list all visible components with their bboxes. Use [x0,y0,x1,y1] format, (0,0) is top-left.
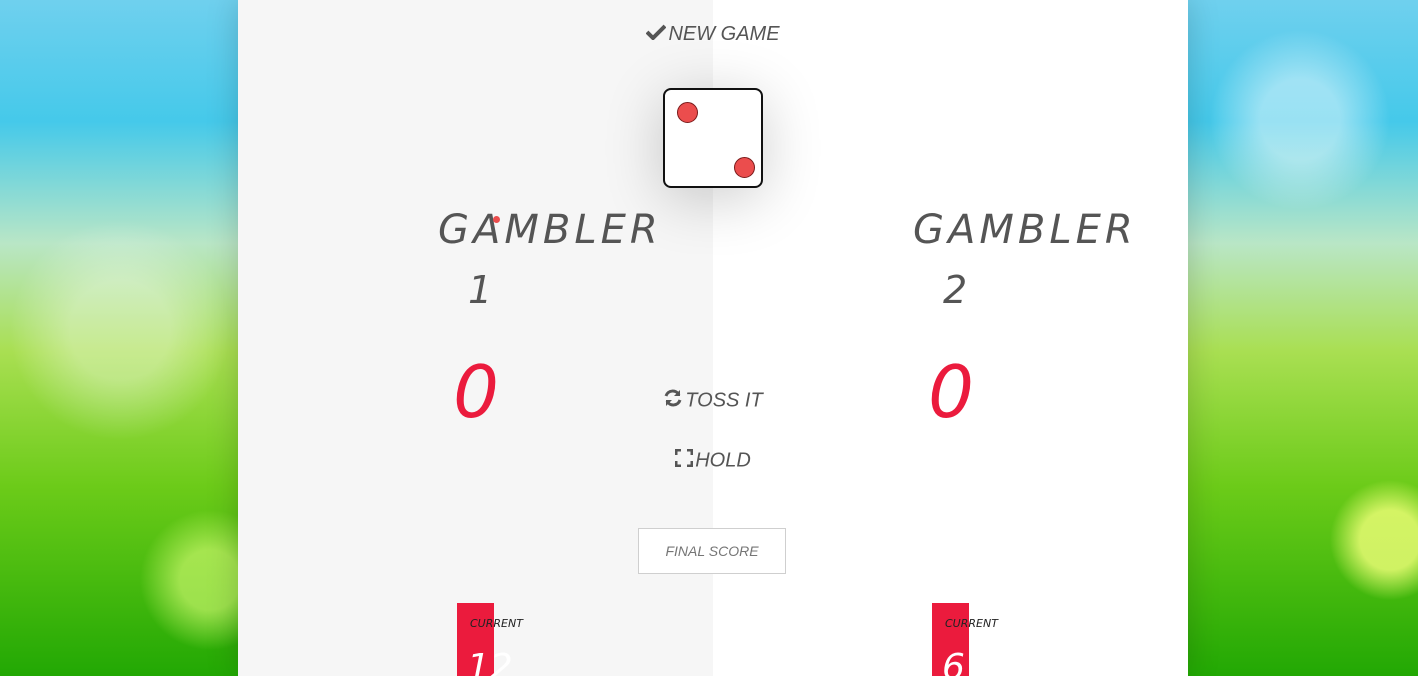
player-1-number: 1 [468,268,497,312]
player-2-current-label: CURRENT [945,617,998,630]
final-score-input[interactable] [638,528,786,574]
player-2-current-score: 6 [942,647,965,676]
player-2-name: GAMBLER 2 [913,200,1173,320]
player-2-score: 0 [928,350,974,434]
active-player-dot [493,216,500,223]
dice [663,88,763,188]
player-1-current-box: CURRENT 12 [457,603,523,676]
hold-button[interactable]: HOLD [578,448,848,474]
player-2-panel: GAMBLER 2 0 CURRENT 6 [713,0,1188,676]
player-1-name: GAMBLER 1 [438,200,698,320]
player-1-current-score: 12 [467,647,513,676]
roll-label: TOSS IT [685,389,763,412]
game-board: GAMBLER 1 0 CURRENT 12 GAMBLER 2 0 CURRE… [238,0,1188,676]
checkmark-icon [646,23,667,46]
new-game-label: NEW GAME [668,23,780,45]
player-1-score: 0 [453,350,499,434]
player-1-current-label: CURRENT [470,617,523,630]
player-2-current-box: CURRENT 6 [932,603,998,676]
hold-label: HOLD [695,449,751,472]
dice-pip [677,102,698,123]
player-1-panel: GAMBLER 1 0 CURRENT 12 [238,0,713,676]
refresh-icon [663,388,683,414]
player-1-name-label: GAMBLER [438,207,662,253]
roll-dice-button[interactable]: TOSS IT [578,387,848,415]
new-game-button[interactable]: NEW GAME [578,22,848,47]
player-2-number: 2 [943,268,972,312]
player-2-name-label: GAMBLER [913,207,1137,253]
expand-icon [674,448,694,473]
dice-pip [734,157,755,178]
